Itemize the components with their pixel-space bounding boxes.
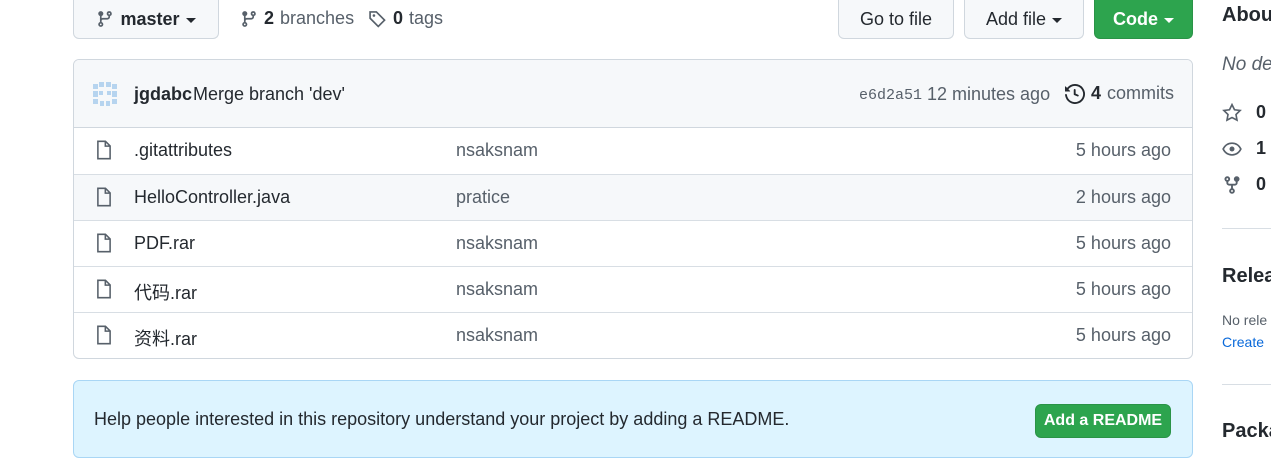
chevron-down-icon (1052, 17, 1063, 23)
sidebar-divider (1222, 384, 1271, 385)
chevron-down-icon (1164, 17, 1174, 23)
go-to-file-label: Go to file (859, 8, 933, 29)
chevron-down-icon (185, 17, 196, 23)
add-file-button[interactable]: Add file (964, 0, 1084, 39)
watchers-stat[interactable]: 1 (1222, 138, 1266, 159)
commit-time: 12 minutes ago (927, 84, 1051, 104)
file-age: 5 hours ago (1075, 140, 1171, 160)
branch-label: master (120, 8, 180, 29)
git-branch-icon (240, 10, 258, 28)
file-commit-message[interactable]: nsaksnam (456, 140, 538, 161)
file-icon (95, 187, 113, 212)
forks-count: 0 (1256, 174, 1267, 194)
create-release-link[interactable]: Create (1222, 334, 1264, 350)
eye-icon (1222, 139, 1242, 159)
file-list-box: jgdabc Merge branch 'dev' e6d2a51 12 min… (73, 59, 1193, 359)
commit-author[interactable]: jgdabc (134, 84, 192, 105)
file-name[interactable]: 资料.rar (134, 325, 197, 351)
tag-icon (368, 9, 387, 28)
table-row: PDF.rar nsaksnam 5 hours ago (74, 220, 1192, 266)
table-row: HelloController.java pratice 2 hours ago (74, 174, 1192, 220)
table-row: 代码.rar nsaksnam 5 hours ago (74, 266, 1192, 312)
releases-text: No rele (1222, 312, 1268, 328)
file-commit-message[interactable]: nsaksnam (456, 279, 538, 300)
tags-label: tags (409, 8, 444, 28)
avatar[interactable] (91, 80, 119, 108)
commit-sha[interactable]: e6d2a51 (859, 87, 922, 104)
history-icon (1065, 83, 1085, 104)
table-row: 资料.rar nsaksnam 5 hours ago (74, 312, 1192, 358)
table-row: .gitattributes nsaksnam 5 hours ago (74, 128, 1192, 174)
add-readme-label: Add a README (1043, 412, 1163, 429)
stars-stat[interactable]: 0 (1222, 102, 1266, 123)
latest-commit-bar: jgdabc Merge branch 'dev' e6d2a51 12 min… (74, 60, 1192, 128)
commits-count: 4 (1091, 83, 1102, 103)
stars-count: 0 (1256, 102, 1267, 122)
star-icon (1222, 102, 1242, 123)
add-readme-button[interactable]: Add a README (1035, 404, 1171, 438)
file-commit-message[interactable]: nsaksnam (456, 233, 538, 254)
commit-message[interactable]: Merge branch 'dev' (193, 84, 345, 105)
file-icon (95, 279, 113, 304)
branch-select-button[interactable]: master (73, 0, 219, 39)
readme-banner-text: Help people interested in this repositor… (94, 409, 790, 429)
file-icon (95, 140, 113, 165)
forks-stat[interactable]: 0 (1222, 174, 1266, 195)
file-age: 5 hours ago (1075, 325, 1171, 345)
file-name[interactable]: PDF.rar (134, 233, 195, 254)
about-description: No de (1222, 54, 1271, 75)
code-label: Code (1113, 8, 1158, 29)
go-to-file-button[interactable]: Go to file (838, 0, 954, 39)
file-age: 5 hours ago (1075, 279, 1171, 299)
commits-label: commits (1107, 83, 1175, 103)
file-commit-message[interactable]: pratice (456, 187, 510, 208)
tags-count: 0 (393, 8, 404, 28)
sidebar-divider (1222, 228, 1271, 229)
file-age: 2 hours ago (1075, 187, 1171, 207)
file-name[interactable]: .gitattributes (134, 140, 232, 161)
file-icon (95, 325, 113, 350)
watchers-count: 1 (1256, 138, 1267, 158)
readme-banner: Help people interested in this repositor… (73, 380, 1193, 458)
commits-link[interactable]: 4 commits (1065, 83, 1174, 104)
repo-forked-icon (1222, 175, 1242, 195)
tags-link[interactable]: 0 tags (368, 8, 443, 29)
file-icon (95, 233, 113, 258)
code-button[interactable]: Code (1094, 0, 1193, 39)
file-age: 5 hours ago (1075, 233, 1171, 253)
packages-heading[interactable]: Packa (1222, 420, 1271, 443)
file-rows: .gitattributes nsaksnam 5 hours ago Hell… (74, 128, 1192, 358)
branches-count: 2 (264, 8, 275, 28)
file-name[interactable]: HelloController.java (134, 187, 290, 208)
releases-heading[interactable]: Relea (1222, 265, 1271, 288)
about-heading: Abou (1222, 4, 1271, 26)
add-file-label: Add file (985, 8, 1047, 29)
branches-link[interactable]: 2 branches (240, 8, 354, 29)
git-branch-icon (96, 10, 114, 28)
file-commit-message[interactable]: nsaksnam (456, 325, 538, 346)
file-name[interactable]: 代码.rar (134, 279, 197, 305)
branches-label: branches (280, 8, 355, 28)
